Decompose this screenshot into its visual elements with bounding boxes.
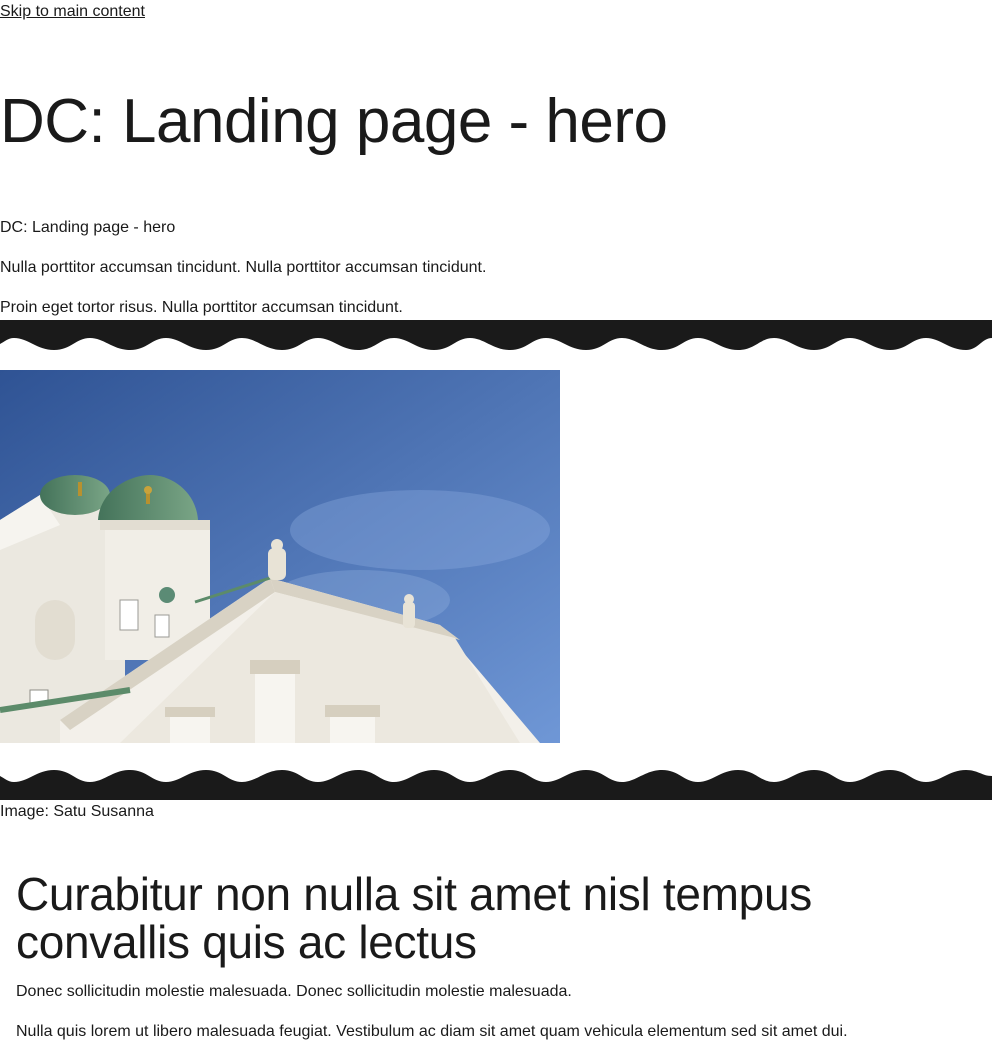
body-paragraph: Nulla quis lorem ut libero malesuada feu… [16, 1023, 848, 1040]
body-paragraph: Donec sollicitudin molestie malesuada. D… [16, 983, 572, 1000]
hero-paragraph: DC: Landing page - hero [0, 219, 176, 236]
koros-wave-bottom [0, 770, 992, 800]
hero-paragraph: Proin eget tortor risus. Nulla porttitor… [0, 299, 403, 316]
image-caption: Image: Satu Susanna [0, 803, 154, 820]
koros-wave-top [0, 320, 992, 350]
hero-description: DC: Landing page - hero Nulla porttitor … [0, 216, 980, 336]
skip-to-main-content-link[interactable]: Skip to main content [0, 2, 145, 22]
hero-image-helsinki-cathedral [0, 370, 560, 743]
page-title: DC: Landing page - hero [0, 87, 668, 156]
main-content: Curabitur non nulla sit amet nisl tempus… [16, 870, 956, 1060]
section-heading: Curabitur non nulla sit amet nisl tempus… [16, 868, 812, 968]
hero-paragraph: Nulla porttitor accumsan tincidunt. Null… [0, 259, 487, 276]
